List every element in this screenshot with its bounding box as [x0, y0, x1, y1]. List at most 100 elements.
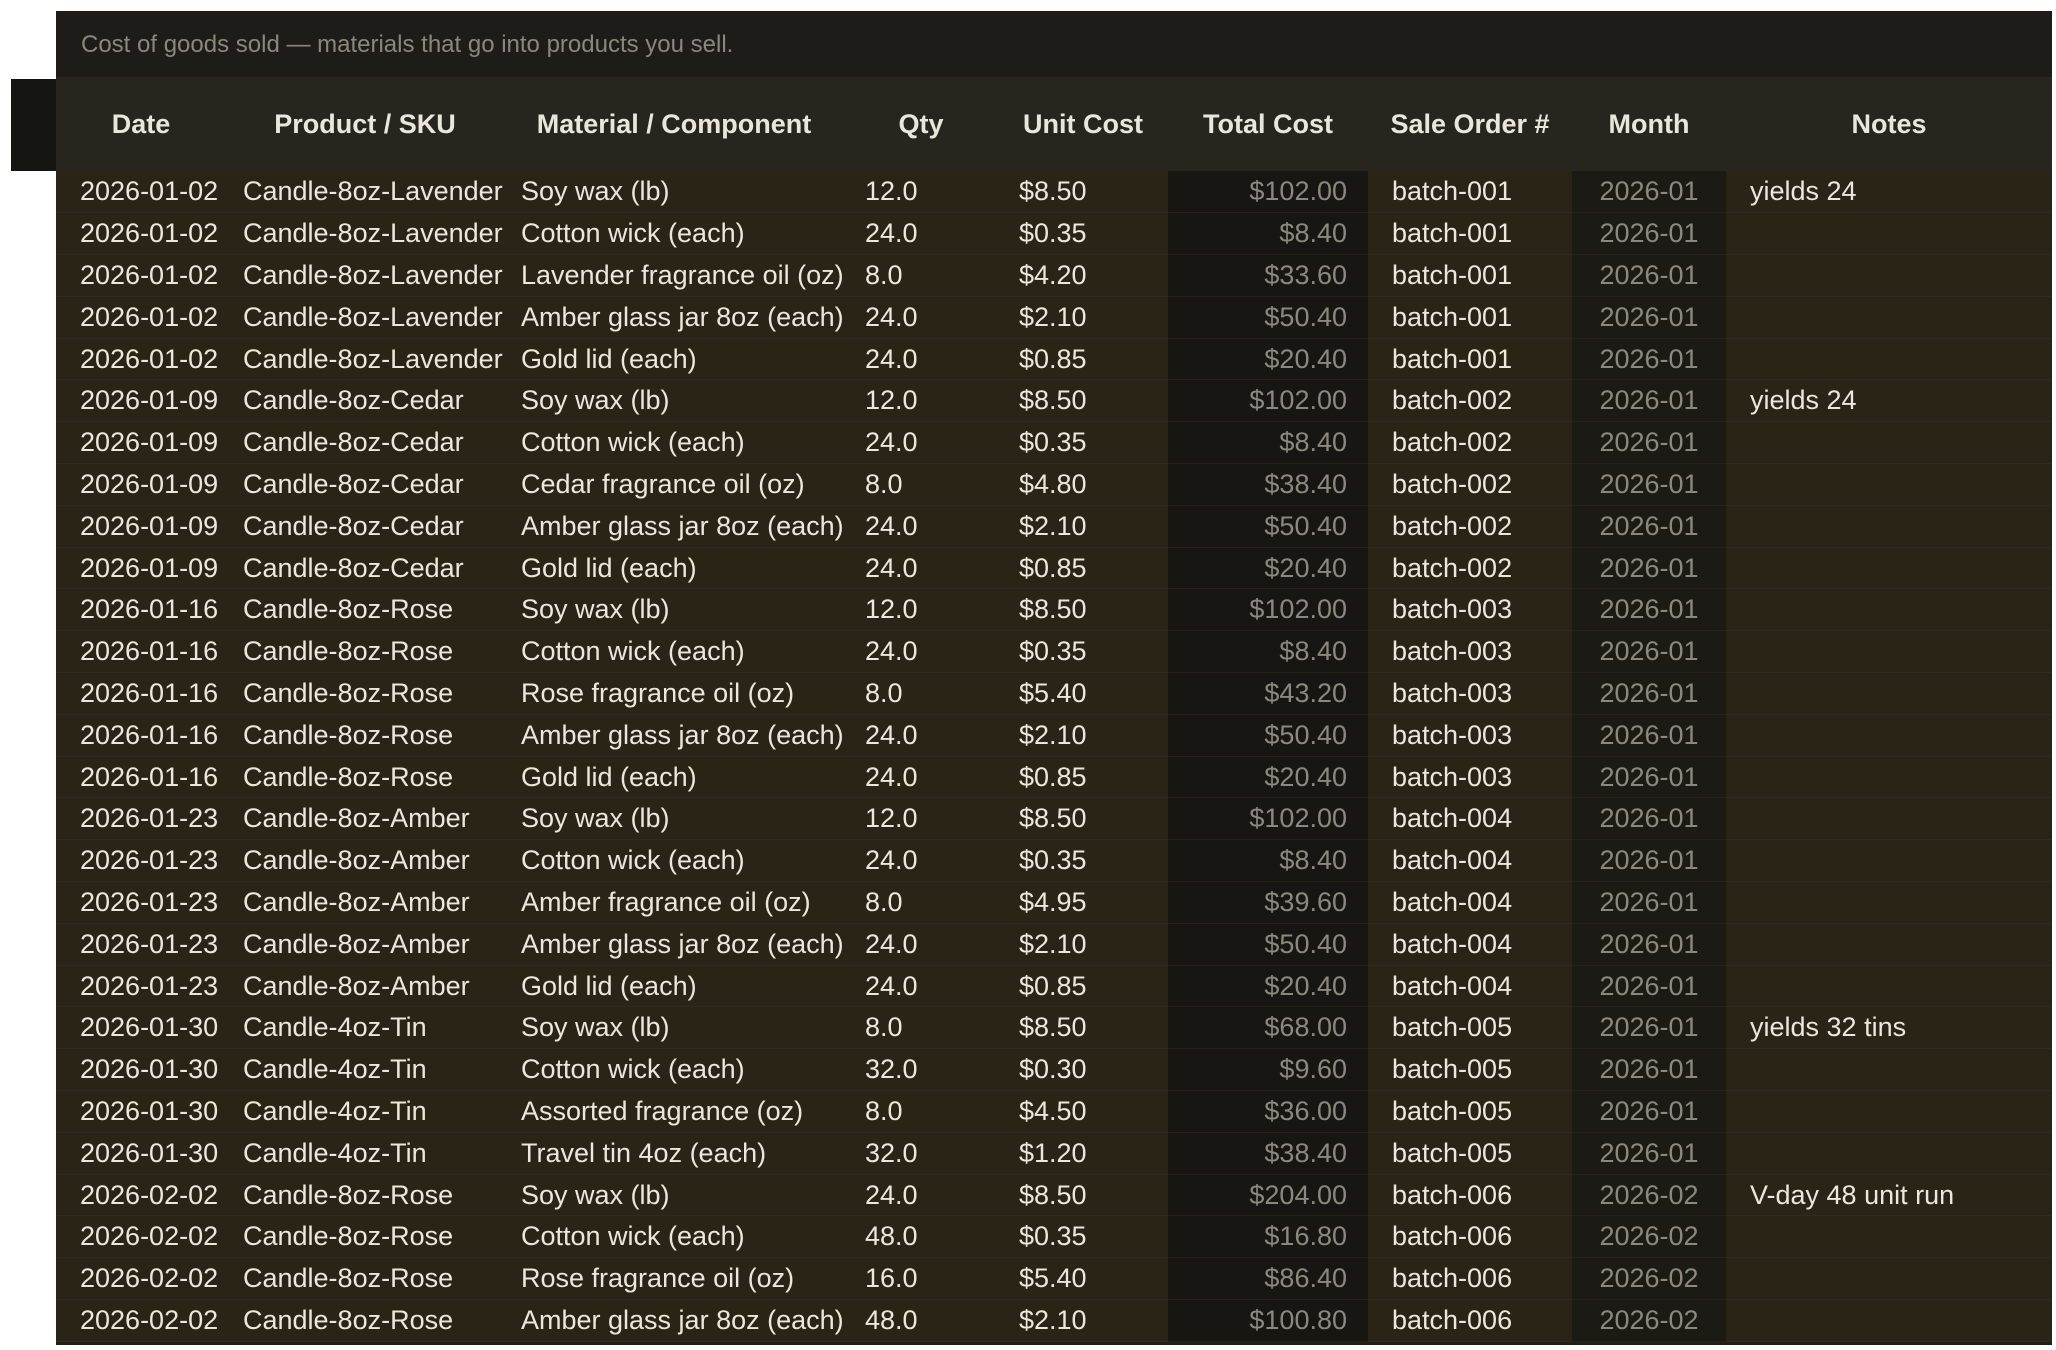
product-cell[interactable]: Candle-8oz-Cedar [226, 547, 504, 590]
material-cell[interactable]: Gold lid (each) [504, 547, 844, 590]
unit-cost-cell[interactable]: $5.40 [998, 672, 1168, 715]
product-cell[interactable]: Candle-8oz-Amber [226, 881, 504, 924]
material-cell[interactable]: Amber glass jar 8oz (each) [504, 714, 844, 757]
month-cell[interactable]: 2026-01 [1572, 463, 1726, 506]
total-cost-cell[interactable]: $20.40 [1168, 338, 1368, 381]
date-cell[interactable]: 2026-01-16 [56, 756, 226, 799]
date-cell[interactable]: 2026-01-09 [56, 463, 226, 506]
unit-cost-cell[interactable]: $2.10 [998, 505, 1168, 548]
sale-order-cell[interactable]: batch-002 [1368, 505, 1572, 548]
qty-cell[interactable]: 32.0 [844, 1048, 998, 1092]
column-header-notes[interactable]: Notes [1726, 77, 2052, 171]
qty-cell[interactable]: 24.0 [844, 630, 998, 674]
date-cell[interactable]: 2026-02-02 [56, 1215, 226, 1259]
product-cell[interactable]: Candle-8oz-Rose [226, 714, 504, 757]
month-cell[interactable]: 2026-02 [1572, 1299, 1726, 1342]
qty-cell[interactable]: 24.0 [844, 756, 998, 799]
total-cost-cell[interactable]: $38.40 [1168, 463, 1368, 506]
notes-cell[interactable] [1726, 505, 2052, 548]
total-cost-cell[interactable]: $38.40 [1168, 1132, 1368, 1175]
qty-cell[interactable]: 24.0 [844, 839, 998, 883]
total-cost-cell[interactable]: $8.40 [1168, 630, 1368, 674]
qty-cell[interactable]: 24.0 [844, 547, 998, 590]
date-cell[interactable]: 2026-01-30 [56, 1132, 226, 1175]
qty-cell[interactable]: 24.0 [844, 338, 998, 381]
column-header-material[interactable]: Material / Component [504, 77, 844, 171]
month-cell[interactable]: 2026-01 [1572, 630, 1726, 674]
product-cell[interactable]: Candle-4oz-Tin [226, 1090, 504, 1133]
material-cell[interactable]: Cotton wick (each) [504, 839, 844, 883]
qty-cell[interactable]: 16.0 [844, 1257, 998, 1301]
unit-cost-cell[interactable]: $2.10 [998, 296, 1168, 339]
notes-cell[interactable]: yields 32 tins [1726, 1006, 2052, 1050]
sale-order-cell[interactable]: batch-001 [1368, 212, 1572, 256]
column-header-sale-order[interactable]: Sale Order # [1368, 77, 1572, 171]
sale-order-cell[interactable]: batch-004 [1368, 839, 1572, 883]
total-cost-cell[interactable]: $33.60 [1168, 254, 1368, 297]
notes-cell[interactable] [1726, 421, 2052, 465]
total-cost-cell[interactable]: $102.00 [1168, 171, 1368, 214]
month-cell[interactable]: 2026-01 [1572, 965, 1726, 1008]
qty-cell[interactable]: 24.0 [844, 421, 998, 465]
sale-order-cell[interactable]: batch-003 [1368, 672, 1572, 715]
qty-cell[interactable]: 24.0 [844, 505, 998, 548]
unit-cost-cell[interactable]: $0.85 [998, 338, 1168, 381]
product-cell[interactable]: Candle-8oz-Amber [226, 797, 504, 841]
date-cell[interactable]: 2026-01-23 [56, 923, 226, 966]
total-cost-cell[interactable]: $20.40 [1168, 756, 1368, 799]
unit-cost-cell[interactable]: $2.10 [998, 923, 1168, 966]
sale-order-cell[interactable]: batch-002 [1368, 379, 1572, 423]
column-header-month[interactable]: Month [1572, 77, 1726, 171]
qty-cell[interactable]: 8.0 [844, 672, 998, 715]
sale-order-cell[interactable]: batch-006 [1368, 1215, 1572, 1259]
month-cell[interactable]: 2026-01 [1572, 756, 1726, 799]
product-cell[interactable]: Candle-8oz-Rose [226, 630, 504, 674]
product-cell[interactable]: Candle-4oz-Tin [226, 1048, 504, 1092]
notes-cell[interactable] [1726, 547, 2052, 590]
column-header-unit-cost[interactable]: Unit Cost [998, 77, 1168, 171]
date-cell[interactable]: 2026-01-02 [56, 171, 226, 214]
total-cost-cell[interactable]: $204.00 [1168, 1174, 1368, 1217]
sale-order-cell[interactable]: batch-005 [1368, 1006, 1572, 1050]
unit-cost-cell[interactable]: $8.50 [998, 379, 1168, 423]
unit-cost-cell[interactable]: $0.35 [998, 1215, 1168, 1259]
total-cost-cell[interactable]: $50.40 [1168, 923, 1368, 966]
date-cell[interactable]: 2026-01-02 [56, 338, 226, 381]
notes-cell[interactable] [1726, 463, 2052, 506]
month-cell[interactable]: 2026-01 [1572, 588, 1726, 632]
product-cell[interactable]: Candle-8oz-Lavender [226, 296, 504, 339]
sale-order-cell[interactable]: batch-004 [1368, 923, 1572, 966]
qty-cell[interactable]: 24.0 [844, 212, 998, 256]
month-cell[interactable]: 2026-01 [1572, 171, 1726, 214]
month-cell[interactable]: 2026-01 [1572, 505, 1726, 548]
month-cell[interactable]: 2026-01 [1572, 547, 1726, 590]
product-cell[interactable]: Candle-8oz-Rose [226, 1215, 504, 1259]
unit-cost-cell[interactable]: $8.50 [998, 588, 1168, 632]
month-cell[interactable]: 2026-02 [1572, 1257, 1726, 1301]
product-cell[interactable]: Candle-8oz-Lavender [226, 254, 504, 297]
sale-order-cell[interactable]: batch-005 [1368, 1048, 1572, 1092]
month-cell[interactable]: 2026-01 [1572, 296, 1726, 339]
sale-order-cell[interactable]: batch-002 [1368, 547, 1572, 590]
sale-order-cell[interactable]: batch-003 [1368, 714, 1572, 757]
notes-cell[interactable] [1726, 212, 2052, 256]
month-cell[interactable]: 2026-01 [1572, 839, 1726, 883]
date-cell[interactable]: 2026-01-23 [56, 881, 226, 924]
date-cell[interactable]: 2026-01-09 [56, 547, 226, 590]
total-cost-cell[interactable]: $50.40 [1168, 714, 1368, 757]
unit-cost-cell[interactable]: $8.50 [998, 797, 1168, 841]
product-cell[interactable]: Candle-8oz-Lavender [226, 212, 504, 256]
material-cell[interactable]: Soy wax (lb) [504, 588, 844, 632]
material-cell[interactable]: Gold lid (each) [504, 756, 844, 799]
sale-order-cell[interactable]: batch-001 [1368, 254, 1572, 297]
qty-cell[interactable]: 8.0 [844, 254, 998, 297]
sale-order-cell[interactable]: batch-005 [1368, 1090, 1572, 1133]
date-cell[interactable]: 2026-01-30 [56, 1090, 226, 1133]
month-cell[interactable]: 2026-01 [1572, 1132, 1726, 1175]
product-cell[interactable]: Candle-8oz-Lavender [226, 338, 504, 381]
date-cell[interactable]: 2026-01-30 [56, 1006, 226, 1050]
date-cell[interactable]: 2026-01-02 [56, 254, 226, 297]
month-cell[interactable]: 2026-01 [1572, 212, 1726, 256]
product-cell[interactable]: Candle-8oz-Rose [226, 756, 504, 799]
material-cell[interactable]: Gold lid (each) [504, 965, 844, 1008]
